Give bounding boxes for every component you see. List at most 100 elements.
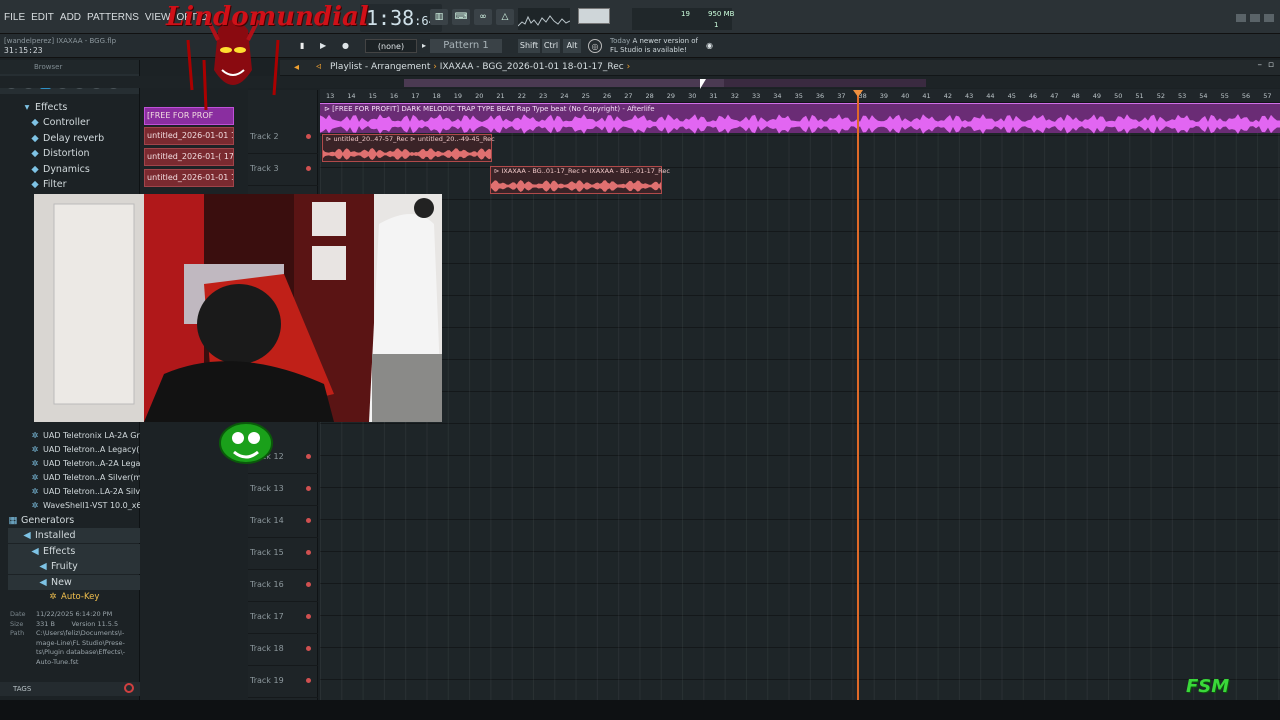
window-controls [1236,14,1274,22]
ruler-bar-number: 43 [965,92,974,100]
ruler-bar-number: 36 [815,92,825,100]
ruler-bar-number: 16 [389,92,399,100]
search-icon[interactable] [124,683,134,693]
audio-clip-rec-2[interactable]: ⊳ IXAXAA - BG..01-17_Rec ⊳ IXAXAA - BG..… [490,166,670,194]
playlist-grid[interactable] [320,103,1280,700]
ruler-bar-number: 25 [581,92,590,100]
minimize-icon[interactable] [1236,14,1246,22]
audio-clip-label: ⊳ IXAXAA - BG..01-17_Rec ⊳ IXAXAA - BG..… [494,167,670,175]
playlist-header: ◂ ◃ Playlist - Arrangement › IXAXAA - BG… [280,60,1280,76]
news-icon[interactable]: ◎ [588,39,602,53]
track-mute-icon[interactable] [306,166,311,171]
plugin-icon: ✲ [31,473,39,482]
playlist-title: Playlist - Arrangement › IXAXAA - BGG_20… [330,62,631,72]
browser-item-generators[interactable]: ▦ Generators [8,513,140,528]
playhead[interactable] [857,90,859,700]
track-header[interactable]: Track 13 [248,474,318,506]
track-mute-icon[interactable] [306,646,311,651]
plugin-icon: ◆ [31,164,39,175]
timeline-ruler[interactable]: 13 14 15 16 17 18 19 20 21 22 23 24 25 26 27 28 29 30 31 32… [320,89,1280,103]
pattern-select[interactable]: Pattern 1 [430,39,502,53]
metronome-icon[interactable]: △ [496,9,514,25]
playhead-marker-icon[interactable] [853,90,863,97]
clip-source-item[interactable]: untitled_2026-01-01 17- [144,169,234,187]
file-info: Date 11/22/2025 6:14:20 PM Size 331 B Vers… [10,610,126,666]
memory-value: 950 MB [708,10,735,18]
browser-item-installed[interactable]: ◀ Installed [8,528,140,543]
plugin-icon: ✲ [31,501,39,510]
clip-source-item[interactable]: untitled_2026-01-01 17- [144,127,234,145]
ruler-bar-number: 30 [688,92,697,100]
menu-edit[interactable]: EDIT [31,12,54,23]
track-mute-icon[interactable] [306,678,311,683]
playlist-minimize-icon[interactable]: – [1258,60,1263,70]
typing-keyboard-icon[interactable]: ⌨ [452,9,470,25]
audio-clip-beat[interactable]: ⊳ [FREE FOR PROFIT] DARK MELODIC TRAP TY… [320,103,1280,134]
folder-icon: ◀ [39,577,47,588]
track-mute-icon[interactable] [306,518,311,523]
ruler-bar-number: 47 [1050,92,1059,100]
ruler-bar-number: 57 [1263,92,1272,100]
ruler-bar-number: 45 [1007,92,1016,100]
track-mute-icon[interactable] [306,550,311,555]
track-header[interactable]: Track 15 [248,538,318,570]
browser-item-installed-effects[interactable]: ◀ Effects [8,544,140,559]
pattern-prev-icon[interactable]: ▸ [422,39,430,53]
folder-icon: ◀ [23,530,31,541]
close-icon[interactable] [1264,14,1274,22]
track-header[interactable]: Track 16 [248,570,318,602]
track-mute-icon[interactable] [306,614,311,619]
taskbar [0,700,1280,720]
shift-button[interactable]: Shift [518,39,540,53]
wait-icon[interactable]: ∞ [474,9,492,25]
track-mute-icon[interactable] [306,486,311,491]
tags-bar[interactable]: TAGS [0,682,140,696]
grid-icon: ▦ [8,515,18,526]
browser-item-new[interactable]: ◀ New [8,575,140,590]
maximize-icon[interactable] [1250,14,1260,22]
preset-select[interactable]: (none) [365,39,417,53]
record-icon[interactable]: ● [342,39,352,53]
ruler-bar-number: 32 [730,92,739,100]
track-header[interactable]: Track 3 [248,154,318,186]
track-mute-icon[interactable] [306,134,311,139]
track-header[interactable]: Track 17 [248,602,318,634]
ruler-bar-number: 20 [475,92,484,100]
webcam-overlay [34,194,442,422]
online-icon[interactable]: ◉ [706,39,718,53]
ruler-bar-number: 28 [645,92,654,100]
audio-clip-rec-1[interactable]: ⊳ untitled_20..47-57_Rec ⊳ untitled_20..… [322,134,495,162]
track-header[interactable]: Track 14 [248,506,318,538]
plugin-icon: ✲ [31,487,39,496]
ruler-bar-number: 26 [602,92,612,100]
folder-icon: ◀ [39,561,47,572]
ctrl-button[interactable]: Ctrl [542,39,560,53]
ruler-bar-number: 17 [411,92,420,100]
track-mute-icon[interactable] [306,454,311,459]
ruler-bar-number: 52 [1156,92,1165,100]
play-icon[interactable]: ▶ [320,39,330,53]
polyphony-value: 1 [714,21,719,29]
clip-source-item[interactable]: untitled_2026-01-( 17- [144,148,234,166]
mouse-cursor-icon [700,79,706,89]
playlist-maximize-icon[interactable]: ▫ [1268,60,1274,70]
piano-keyboard-icon[interactable]: ▥ [430,9,448,25]
menu-file[interactable]: FILE [4,12,25,23]
track-header[interactable]: Track 19 [248,666,318,698]
ruler-bar-number: 22 [517,92,526,100]
track-header[interactable]: Track 18 [248,634,318,666]
menu-patterns[interactable]: PATTERNS [87,12,139,23]
track-header[interactable]: Track 2 [248,122,318,154]
news-panel[interactable]: Today A newer version of FL Studio is ava… [610,37,698,55]
ruler-bar-number: 49 [1092,92,1102,100]
track-mute-icon[interactable] [306,582,311,587]
playlist-scroll-thumb[interactable] [404,79,724,87]
sticker-icon [216,418,276,468]
ruler-bar-number: 27 [624,92,633,100]
ruler-bar-number: 40 [901,92,910,100]
ruler-bar-number: 39 [879,92,889,100]
menu-add[interactable]: ADD [60,12,81,23]
browser-item-fruity[interactable]: ◀ Fruity [8,559,140,574]
alt-button[interactable]: Alt [563,39,581,53]
ruler-bar-number: 29 [666,92,676,100]
